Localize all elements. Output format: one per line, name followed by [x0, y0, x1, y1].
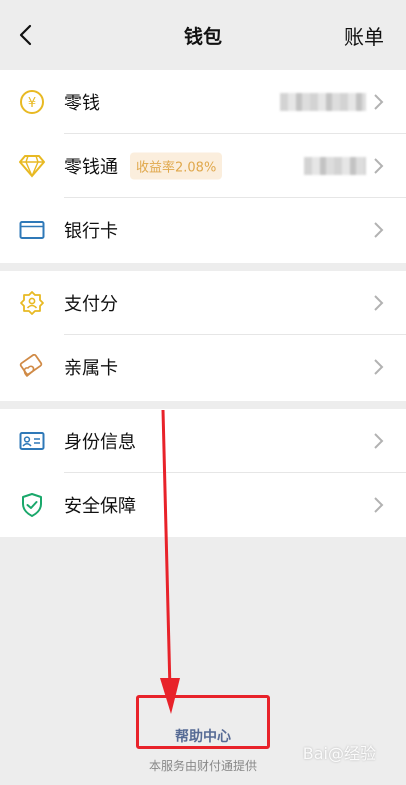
watermark-text: Bai@经验	[302, 744, 376, 763]
balance-value-masked	[304, 157, 366, 175]
menu-item-family-card[interactable]: 亲属卡	[0, 335, 406, 399]
wallet-screen: 钱包 账单 ¥ 零钱 零钱通 收益率2.08% 银行卡 支付分 亲属卡 身份信息…	[0, 0, 406, 785]
menu-item-label: 身份信息	[64, 432, 136, 453]
nav-bar: 钱包 账单	[0, 0, 406, 70]
menu-item-label: 零钱	[64, 93, 100, 114]
balance-value-masked	[280, 93, 366, 111]
menu-item-change[interactable]: ¥ 零钱	[0, 70, 406, 134]
pay-score-icon	[18, 289, 46, 317]
menu-item-lingqiantong[interactable]: 零钱通 收益率2.08%	[0, 134, 406, 198]
menu-item-label: 安全保障	[64, 496, 136, 517]
id-card-icon	[18, 427, 46, 455]
chevron-right-icon	[374, 222, 384, 238]
bill-button[interactable]: 账单	[344, 21, 384, 50]
yuan-coin-icon: ¥	[18, 88, 46, 116]
svg-text:¥: ¥	[28, 96, 36, 111]
diamond-icon	[18, 152, 46, 180]
chevron-right-icon	[374, 359, 384, 375]
chevron-right-icon	[374, 158, 384, 174]
chevron-right-icon	[374, 94, 384, 110]
menu-item-bank-card[interactable]: 银行卡	[0, 198, 406, 262]
wallet-group-3: 身份信息 安全保障	[0, 409, 406, 537]
menu-item-label: 亲属卡	[64, 358, 118, 379]
wallet-group-2: 支付分 亲属卡	[0, 271, 406, 401]
wallet-group-1: ¥ 零钱 零钱通 收益率2.08% 银行卡	[0, 70, 406, 263]
menu-item-security[interactable]: 安全保障	[0, 473, 406, 537]
bank-card-icon	[18, 216, 46, 244]
family-card-icon	[18, 353, 46, 381]
menu-item-label: 支付分	[64, 294, 118, 315]
chevron-right-icon	[374, 497, 384, 513]
menu-item-label: 零钱通	[64, 157, 118, 178]
chevron-right-icon	[374, 433, 384, 449]
annotation-highlight-box	[136, 695, 270, 749]
shield-check-icon	[18, 491, 46, 519]
menu-item-pay-score[interactable]: 支付分	[0, 271, 406, 335]
chevron-right-icon	[374, 295, 384, 311]
menu-item-label: 银行卡	[64, 221, 118, 242]
yield-rate-badge: 收益率2.08%	[130, 152, 223, 180]
menu-item-identity[interactable]: 身份信息	[0, 409, 406, 473]
